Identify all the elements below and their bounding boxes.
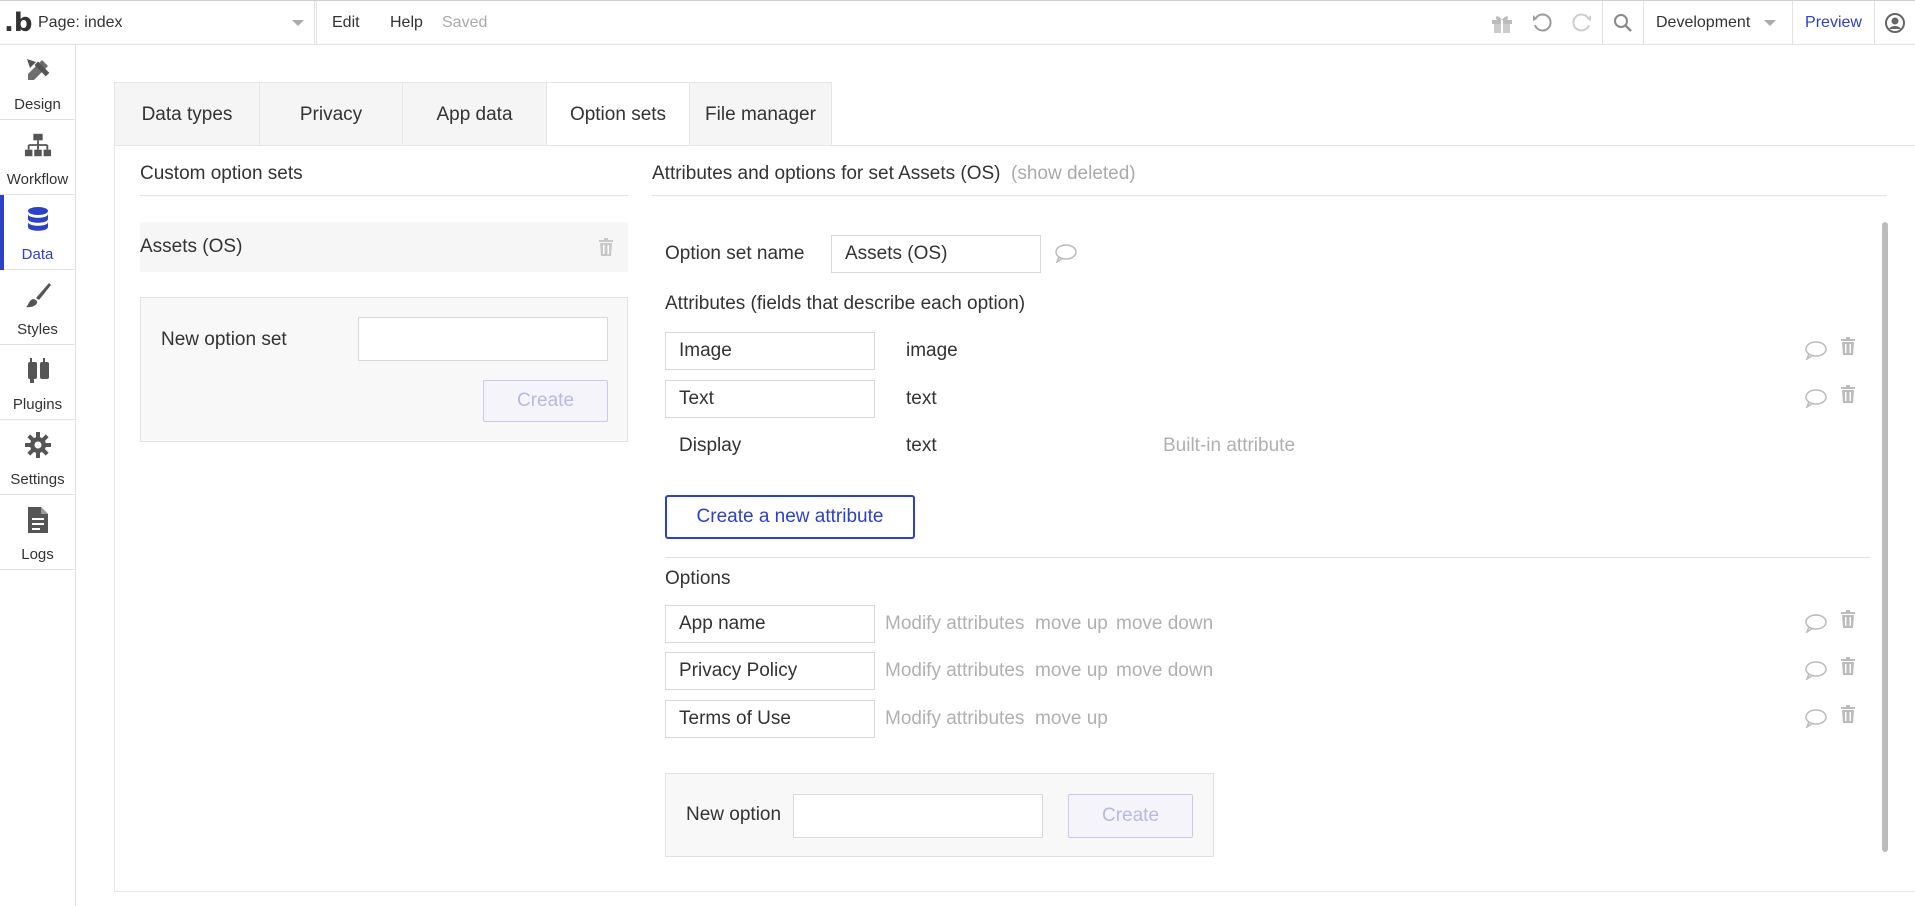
attributes-section-title: Attributes and options for set Assets (O… xyxy=(652,163,1001,184)
option-set-name: Assets (OS) xyxy=(140,236,243,257)
sidebar-item-label: Data xyxy=(21,246,54,263)
new-option-input[interactable] xyxy=(793,794,1043,838)
divider xyxy=(140,195,628,196)
builtin-attribute-note: Built-in attribute xyxy=(1163,435,1296,456)
divider xyxy=(665,557,1870,558)
option-name-input[interactable]: Privacy Policy xyxy=(665,652,875,690)
tab-option-sets[interactable]: Option sets xyxy=(546,83,689,147)
attribute-type: text xyxy=(906,435,937,456)
database-icon xyxy=(24,205,52,235)
tab-file-manager[interactable]: File manager xyxy=(689,83,832,147)
move-up-link[interactable]: move up xyxy=(1035,660,1108,682)
new-option-set-form: New option set Create xyxy=(140,297,628,442)
new-option-form: New option Create xyxy=(665,773,1214,857)
modify-attributes-link[interactable]: Modify attributes xyxy=(885,708,1024,730)
top-bar: .b Page: index Edit Help Saved Developme… xyxy=(0,0,1915,45)
undo-icon[interactable] xyxy=(1522,1,1562,45)
comment-icon[interactable] xyxy=(1804,338,1828,362)
trash-icon[interactable] xyxy=(1836,334,1860,358)
option-set-name-input[interactable]: Assets (OS) xyxy=(831,235,1041,273)
menu-divider xyxy=(316,1,317,45)
builtin-attribute-name: Display xyxy=(679,435,742,456)
attribute-type[interactable]: image xyxy=(906,340,958,362)
sidebar-item-label: Logs xyxy=(21,546,54,563)
plug-icon xyxy=(24,355,52,385)
move-down-link[interactable]: move down xyxy=(1116,613,1213,635)
tab-data-types[interactable]: Data types xyxy=(114,83,259,147)
edit-menu[interactable]: Edit xyxy=(332,1,360,45)
trash-icon[interactable] xyxy=(1836,654,1860,678)
search-icon[interactable] xyxy=(1603,1,1643,45)
user-avatar-icon[interactable] xyxy=(1875,1,1915,45)
comment-icon[interactable] xyxy=(1804,386,1828,410)
attribute-type[interactable]: text xyxy=(906,388,937,410)
help-menu[interactable]: Help xyxy=(390,1,423,45)
data-tabs: Data types Privacy App data Option sets … xyxy=(114,82,832,147)
sidebar-item-label: Settings xyxy=(10,471,65,488)
comment-icon[interactable] xyxy=(1804,706,1828,730)
sidebar-item-styles[interactable]: Styles xyxy=(0,270,75,345)
move-up-link[interactable]: move up xyxy=(1035,708,1108,730)
show-deleted-link[interactable]: (show deleted) xyxy=(1011,163,1136,185)
option-name-input[interactable]: App name xyxy=(665,605,875,643)
comment-icon[interactable] xyxy=(1804,611,1828,635)
left-sidebar: Design Workflow Data Styles Plugins Sett… xyxy=(0,45,76,906)
trash-icon[interactable] xyxy=(1836,702,1860,726)
design-icon xyxy=(24,55,52,85)
sidebar-item-label: Plugins xyxy=(12,396,63,413)
sidebar-item-plugins[interactable]: Plugins xyxy=(0,345,75,420)
sidebar-item-data[interactable]: Data xyxy=(0,195,75,270)
sidebar-item-logs[interactable]: Logs xyxy=(0,495,75,570)
redo-icon[interactable] xyxy=(1562,1,1602,45)
sidebar-item-settings[interactable]: Settings xyxy=(0,420,75,495)
option-set-item[interactable]: Assets (OS) xyxy=(140,222,628,272)
brush-icon xyxy=(24,280,52,310)
option-name-input[interactable]: Terms of Use xyxy=(665,700,875,738)
comment-icon[interactable] xyxy=(1054,241,1078,265)
new-option-label: New option xyxy=(686,804,782,825)
comment-icon[interactable] xyxy=(1804,658,1828,682)
option-set-name-label: Option set name xyxy=(665,243,805,264)
trash-icon[interactable] xyxy=(1836,607,1860,631)
divider xyxy=(652,195,1887,196)
workflow-icon xyxy=(24,130,52,160)
environment-label: Development xyxy=(1656,14,1751,31)
page-selector[interactable]: Page: index xyxy=(30,1,315,45)
document-icon xyxy=(24,505,52,535)
custom-option-sets-title: Custom option sets xyxy=(140,163,303,184)
scrollbar[interactable] xyxy=(1882,222,1888,852)
preview-button[interactable]: Preview xyxy=(1793,1,1875,45)
options-title: Options xyxy=(665,568,731,589)
modify-attributes-link[interactable]: Modify attributes xyxy=(885,660,1024,682)
tab-privacy[interactable]: Privacy xyxy=(259,83,402,147)
attribute-name-input[interactable]: Text xyxy=(665,380,875,418)
trash-icon[interactable] xyxy=(594,235,618,259)
move-down-link[interactable]: move down xyxy=(1116,660,1213,682)
trash-icon[interactable] xyxy=(1836,382,1860,406)
sidebar-item-label: Design xyxy=(14,96,61,113)
attributes-title: Attributes (fields that describe each op… xyxy=(665,293,1026,314)
top-right-controls: Development Preview xyxy=(1482,1,1915,45)
create-attribute-button[interactable]: Create a new attribute xyxy=(665,495,915,539)
tab-app-data[interactable]: App data xyxy=(402,83,546,147)
gift-icon[interactable] xyxy=(1482,1,1522,45)
new-option-set-label: New option set xyxy=(161,329,287,350)
chevron-down-icon xyxy=(292,20,304,26)
chevron-down-icon xyxy=(1764,20,1776,26)
attribute-name-input[interactable]: Image xyxy=(665,332,875,370)
bubble-logo[interactable]: .b xyxy=(4,9,33,37)
save-status: Saved xyxy=(442,14,488,31)
move-up-link[interactable]: move up xyxy=(1035,613,1108,635)
sidebar-item-workflow[interactable]: Workflow xyxy=(0,120,75,195)
new-option-set-input[interactable] xyxy=(358,317,608,361)
environment-selector[interactable]: Development xyxy=(1644,1,1792,45)
modify-attributes-link[interactable]: Modify attributes xyxy=(885,613,1024,635)
page-selector-label: Page: index xyxy=(38,14,123,31)
sidebar-item-label: Workflow xyxy=(6,171,69,188)
create-option-button[interactable]: Create xyxy=(1068,794,1193,838)
sidebar-item-label: Styles xyxy=(17,321,58,338)
gear-icon xyxy=(24,430,52,460)
sidebar-item-design[interactable]: Design xyxy=(0,45,75,120)
create-option-set-button[interactable]: Create xyxy=(483,380,608,422)
